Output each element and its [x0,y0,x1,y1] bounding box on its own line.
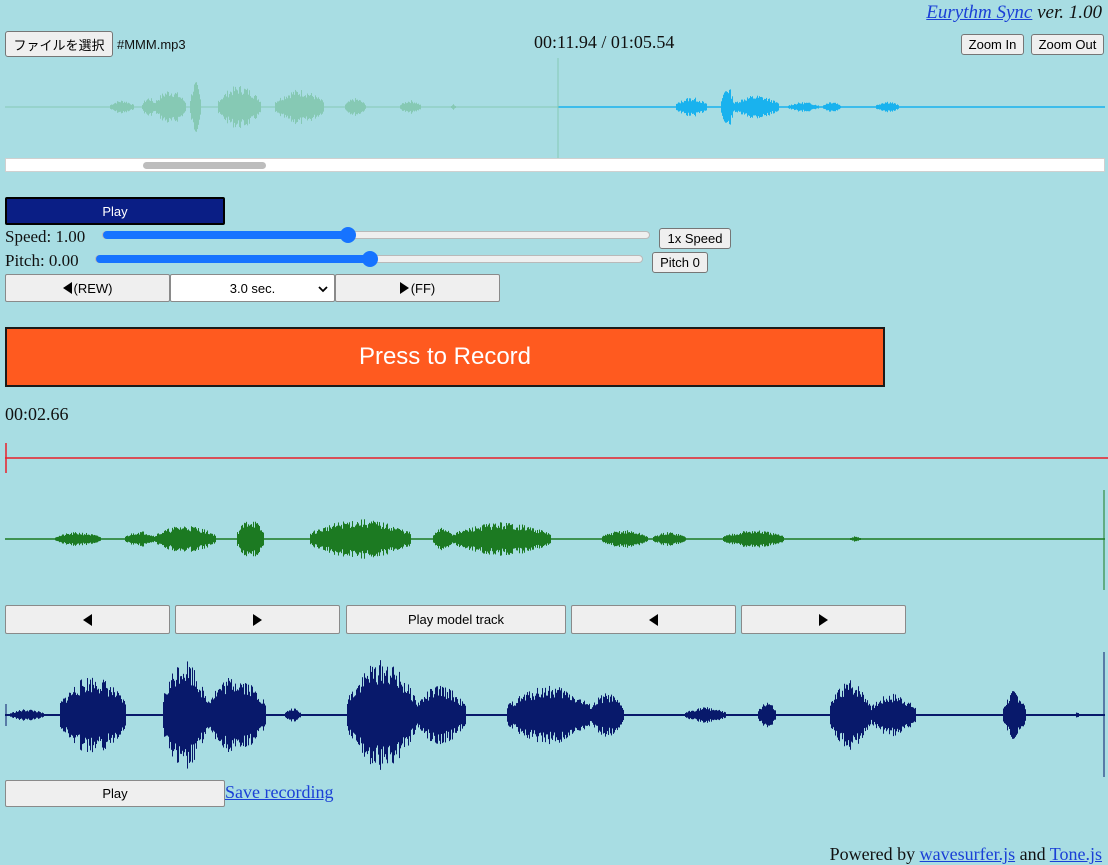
speed-slider-thumb[interactable] [340,227,356,243]
speed-reset-button[interactable]: 1x Speed [659,228,731,249]
chevron-down-icon [318,286,328,293]
main-waveform[interactable] [5,58,1105,158]
speed-label: Speed: 1.00 [5,227,86,246]
model-waveform-bars [5,519,1105,559]
recording-next-button[interactable] [741,605,906,634]
pitch-reset-button[interactable]: Pitch 0 [652,252,708,273]
triangle-right-icon [253,613,262,626]
app-title-link[interactable]: Eurythm Sync [926,2,1032,23]
choose-file-button[interactable]: ファイルを選択 [5,31,113,57]
record-elapsed-time: 00:02.66 [5,404,69,424]
model-next-button[interactable] [175,605,340,634]
triangle-left-icon [649,613,658,626]
and-text: and [1019,844,1046,864]
pitch-slider-thumb[interactable] [362,251,378,267]
zoom-in-button[interactable]: Zoom In [961,34,1024,55]
play-button[interactable]: Play [5,197,225,225]
triangle-left-icon [83,613,92,626]
save-recording-link[interactable]: Save recording [225,782,333,803]
triangle-right-icon [819,613,828,626]
played-waveform [5,82,558,132]
file-name-label: #MMM.mp3 [117,37,186,52]
pitch-label: Pitch: 0.00 [5,251,79,270]
recording-prev-button[interactable] [571,605,736,634]
model-waveform[interactable] [5,490,1108,590]
app-header: Eurythm Sync ver. 1.00 [926,2,1102,24]
skip-interval-select[interactable]: 3.0 sec. [170,274,335,302]
fast-forward-label: (FF) [410,280,436,296]
powered-by-text: Powered by [829,844,916,864]
recorded-waveform[interactable] [5,652,1108,777]
record-timeline [5,443,1108,473]
speed-slider[interactable] [102,227,650,243]
record-button[interactable]: Press to Record [5,327,885,387]
scrollbar-thumb[interactable] [143,162,266,169]
tonejs-link[interactable]: Tone.js [1050,844,1102,864]
footer-credits: Powered by wavesurfer.js and Tone.js [830,844,1102,865]
pitch-slider[interactable] [95,251,643,267]
fast-forward-button[interactable]: (FF) [335,274,500,302]
recorded-waveform-bars [5,660,1105,770]
play-recording-button[interactable]: Play [5,780,225,807]
wavesurfer-link[interactable]: wavesurfer.js [920,844,1015,864]
record-button-label: Press to Record [358,343,532,370]
unplayed-waveform [558,89,1105,125]
play-model-track-button[interactable]: Play model track [346,605,566,634]
version-label: ver. 1.00 [1037,2,1102,23]
time-display: 00:11.94 / 01:05.54 [534,32,675,52]
zoom-out-button[interactable]: Zoom Out [1031,34,1104,55]
rewind-label: (REW) [73,280,113,296]
rewind-icon [62,282,72,294]
waveform-scrollbar[interactable] [5,158,1105,172]
fast-forward-icon [399,282,409,294]
rewind-button[interactable]: (REW) [5,274,170,302]
skip-interval-value: 3.0 sec. [229,280,276,296]
model-prev-button[interactable] [5,605,170,634]
